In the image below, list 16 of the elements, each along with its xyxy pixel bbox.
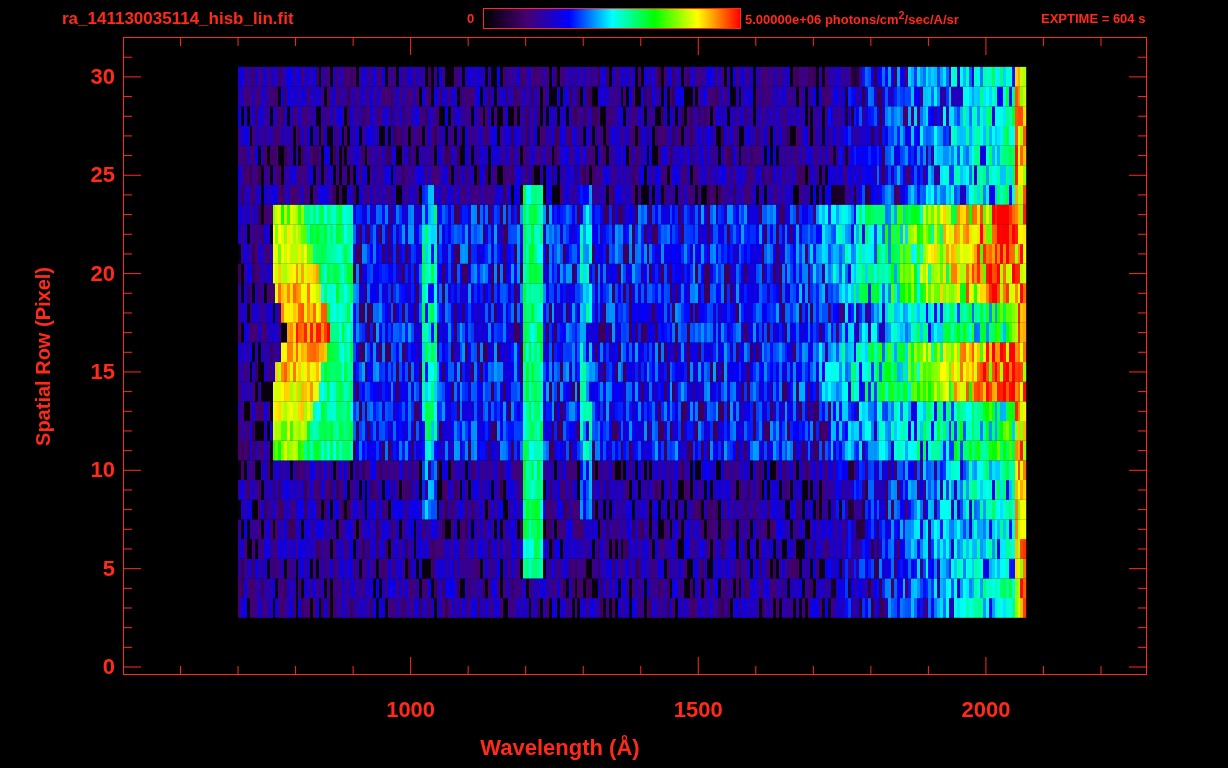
y-tick-label: 20 xyxy=(90,260,115,287)
y-tick-label: 10 xyxy=(90,457,115,484)
x-tick-label: 1000 xyxy=(385,697,437,723)
colorbar-min-label: 0 xyxy=(467,11,476,26)
y-tick-label: 15 xyxy=(90,358,115,385)
x-tick-label: 2000 xyxy=(960,697,1012,723)
colorbar-max-label: 5.00000e+06 photons/cm$^{2}$/sec/A/sr xyxy=(745,9,960,28)
y-axis-label: Spatial Row (Pixel) xyxy=(32,266,55,446)
x-tick-label: 1500 xyxy=(672,697,724,723)
y-tick-label: 0 xyxy=(102,654,115,680)
y-tick-label: 30 xyxy=(90,63,115,90)
file-name: ra_141130035114_hisb_lin.fit xyxy=(62,8,295,29)
x-axis-label: Wavelength (Å) xyxy=(480,735,640,761)
exposure-time: EXPTIME = 604 s xyxy=(1041,11,1146,26)
y-tick-label: 5 xyxy=(102,555,115,582)
y-tick-label: 25 xyxy=(90,162,115,189)
